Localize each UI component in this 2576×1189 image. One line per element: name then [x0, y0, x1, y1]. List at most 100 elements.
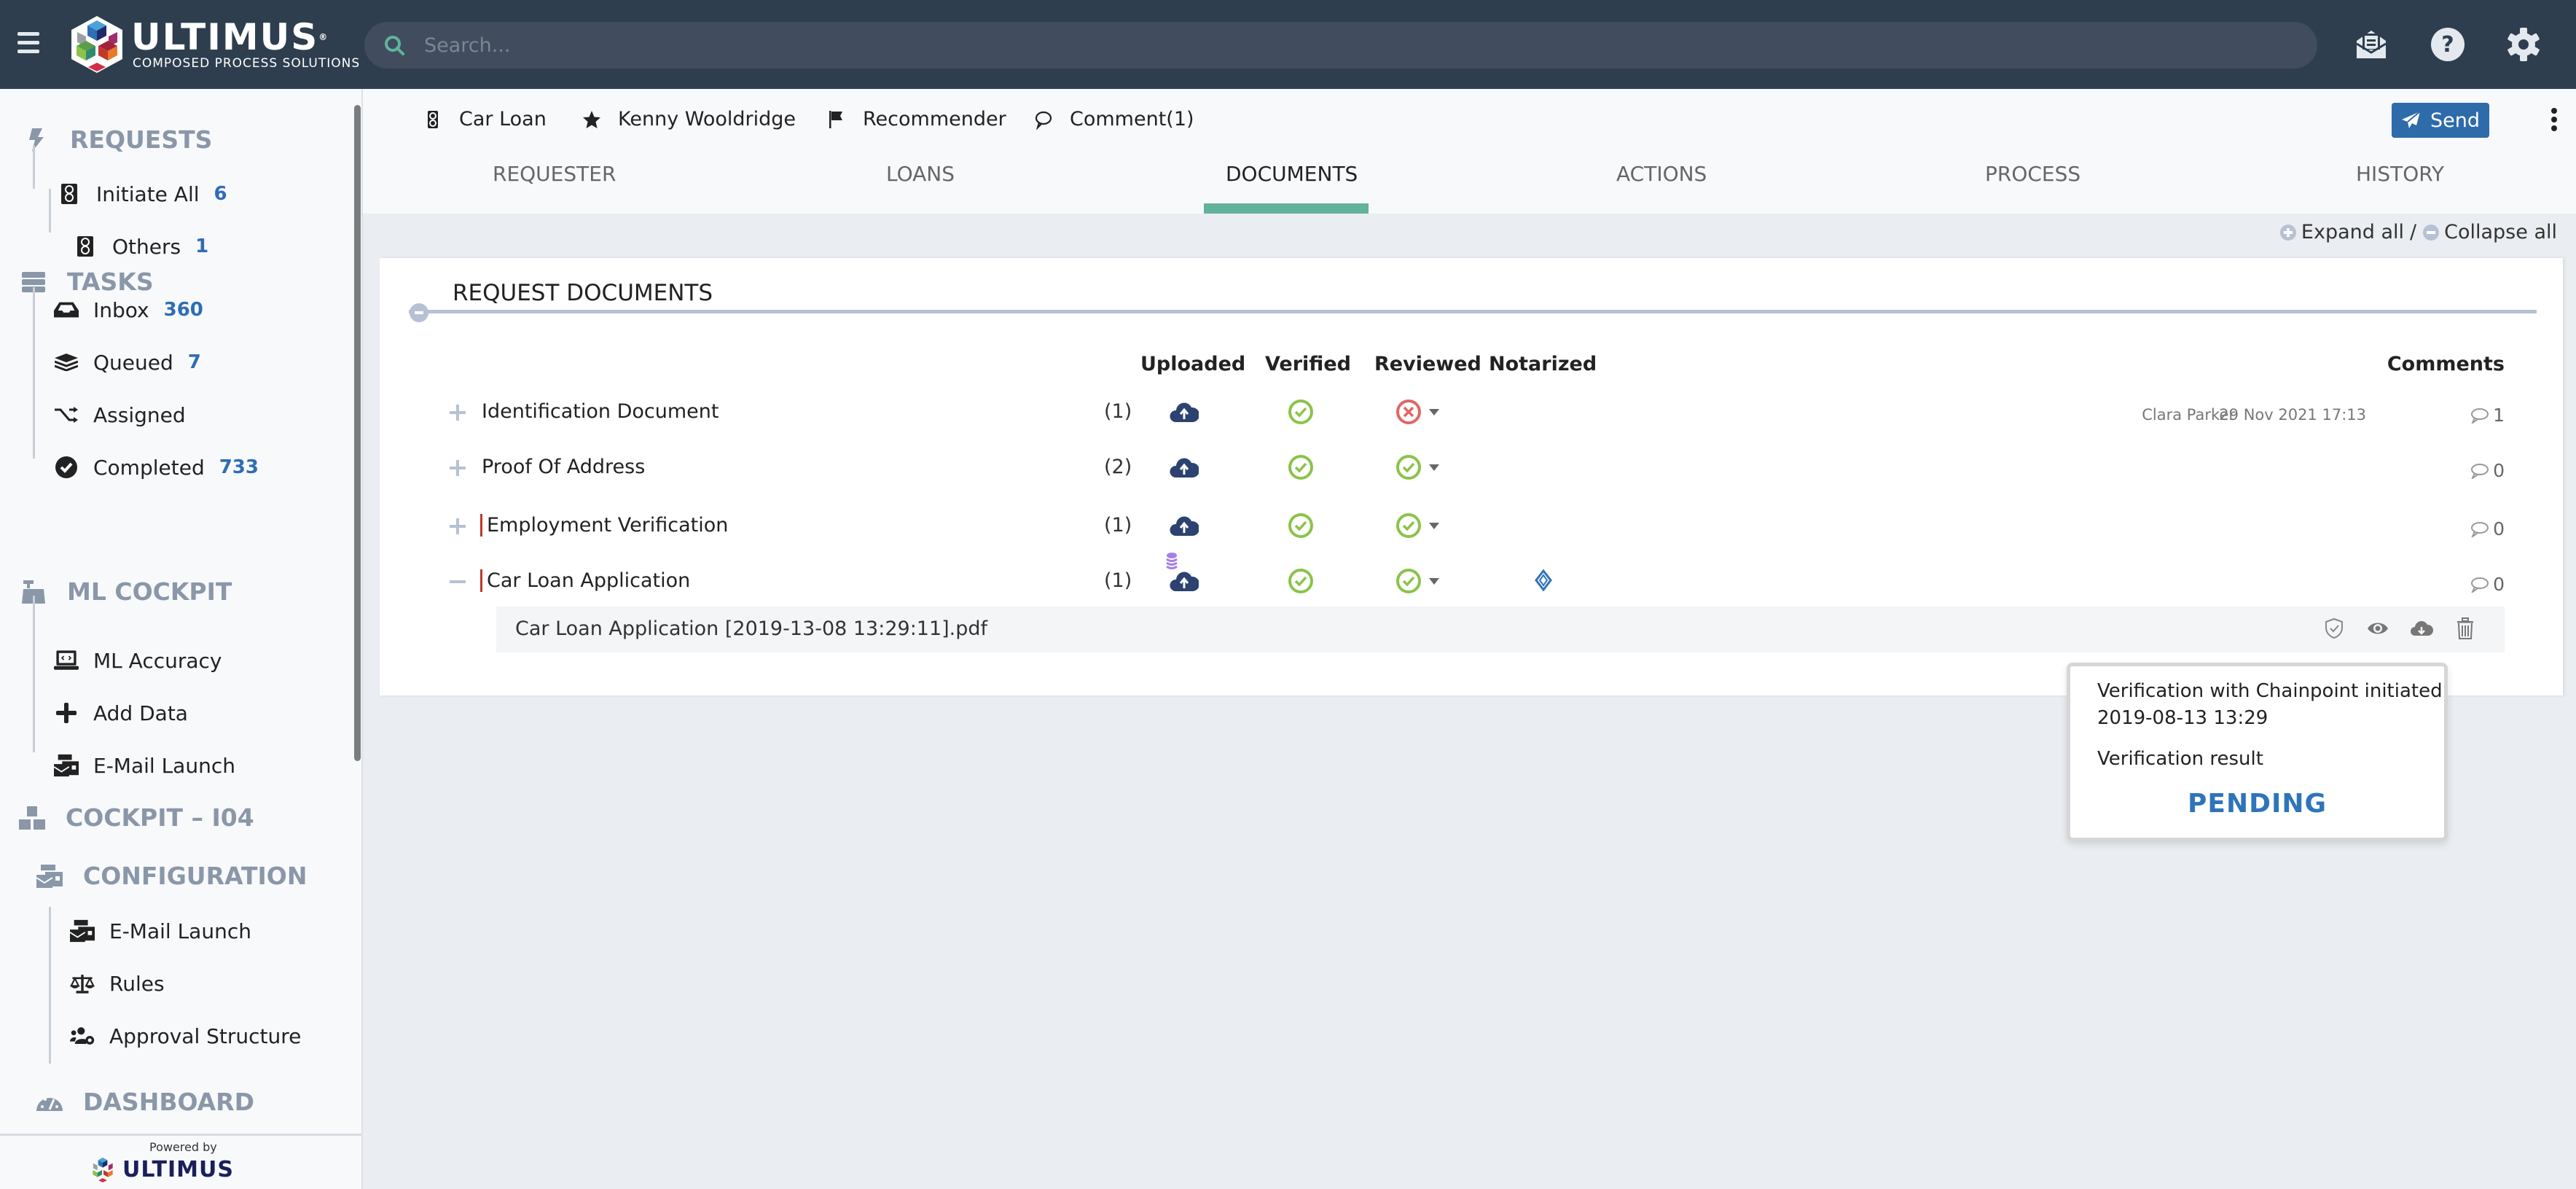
tab-actions[interactable]: ACTIONS: [1616, 162, 1707, 186]
review-approved-icon[interactable]: [1394, 511, 1423, 540]
inbox-icon: [54, 297, 79, 322]
comment-count-value: 0: [2493, 518, 2505, 539]
help-icon[interactable]: ?: [2430, 26, 2466, 63]
balance-scale-icon: [70, 971, 95, 996]
minus-circle-icon[interactable]: [2422, 224, 2440, 241]
sidebar-item-others[interactable]: Others 1: [73, 234, 208, 259]
paper-plane-icon: [2401, 111, 2421, 128]
cloud-upload-icon[interactable]: [1170, 511, 1199, 540]
sidebar-section-cockpit-i04[interactable]: COCKPIT – I04: [19, 803, 254, 832]
collapse-all-link[interactable]: Collapse all: [2444, 221, 2557, 243]
shield-check-icon[interactable]: [2322, 617, 2346, 640]
cloud-download-icon[interactable]: [2410, 617, 2433, 640]
comment-count[interactable]: 0: [2470, 574, 2505, 595]
item-label: Queued: [93, 350, 173, 375]
sidebar-section-configuration[interactable]: CONFIGURATION: [36, 862, 307, 890]
check-circle-icon: [54, 455, 79, 480]
meta-label: Recommender: [863, 108, 1006, 130]
comment-count[interactable]: 0: [2470, 518, 2505, 539]
comment-count[interactable]: 1: [2470, 405, 2505, 426]
tab-history[interactable]: HISTORY: [2356, 162, 2444, 186]
sidebar-item-email-launch[interactable]: E-Mail Launch: [54, 753, 235, 778]
sidebar-item-inbox[interactable]: Inbox 360: [54, 297, 203, 322]
sidebar-section-tasks[interactable]: TASKS: [20, 268, 154, 296]
inbox-mail-icon[interactable]: [2353, 26, 2389, 63]
plus-circle-icon[interactable]: [2279, 224, 2297, 241]
review-dropdown-caret-icon[interactable]: [1429, 464, 1439, 471]
cloud-upload-icon[interactable]: [1170, 566, 1199, 596]
hamburger-menu-icon[interactable]: [17, 32, 39, 55]
document-name[interactable]: Employment Verification: [480, 514, 728, 537]
verification-initiated-date: 2019-08-13 13:29: [2097, 707, 2268, 729]
panel-collapse-icon[interactable]: [409, 303, 429, 323]
item-label: ML Accuracy: [93, 648, 222, 673]
expand-all-link[interactable]: Expand all: [2301, 221, 2404, 243]
settings-gear-icon[interactable]: [2505, 26, 2542, 63]
section-label: COCKPIT – I04: [66, 803, 254, 832]
sidebar-scrollbar[interactable]: [354, 105, 361, 761]
comment-icon: [2471, 408, 2489, 424]
tab-loans[interactable]: LOANS: [886, 162, 955, 186]
review-dropdown-caret-icon[interactable]: [1429, 523, 1439, 529]
powered-by-label: Powered by: [149, 1140, 217, 1154]
random-icon: [54, 402, 79, 427]
review-dropdown-caret-icon[interactable]: [1429, 409, 1439, 416]
sidebar-item-completed[interactable]: Completed 733: [54, 455, 259, 480]
search-bar[interactable]: [364, 22, 2317, 69]
document-name[interactable]: Proof Of Address: [482, 456, 645, 478]
sidebar-section-requests[interactable]: REQUESTS: [23, 125, 212, 154]
send-button[interactable]: Send: [2392, 103, 2489, 138]
sidebar-item-ml-accuracy[interactable]: ML Accuracy: [54, 648, 222, 673]
verification-initiated: Verification with Chainpoint initiated 2…: [2097, 678, 2443, 732]
verification-status: PENDING: [2187, 789, 2328, 819]
traffic-light-icon: [73, 234, 98, 259]
sidebar-item-queued[interactable]: Queued 7: [54, 350, 201, 375]
item-label: Add Data: [93, 701, 188, 725]
meta-comments[interactable]: Comment(1): [1033, 108, 1194, 130]
sidebar-item-approval-structure[interactable]: Approval Structure: [70, 1024, 301, 1048]
more-options-icon[interactable]: [2549, 108, 2559, 133]
review-rejected-icon[interactable]: [1394, 397, 1423, 426]
review-dropdown-caret-icon[interactable]: [1429, 578, 1439, 585]
expand-plus-icon[interactable]: [450, 518, 466, 534]
item-label: Assigned: [93, 402, 186, 427]
comment-count[interactable]: 0: [2470, 460, 2505, 481]
file-name-link[interactable]: Car Loan Application [2019-13-08 13:29:1…: [515, 617, 987, 640]
verified-check-icon: [1288, 399, 1313, 424]
sidebar-section-dashboard[interactable]: DASHBOARD: [36, 1088, 254, 1116]
sidebar-section-ml-cockpit[interactable]: ML COCKPIT: [20, 577, 232, 606]
sidebar-item-rules[interactable]: Rules: [70, 971, 165, 996]
laptop-code-icon: [54, 648, 79, 673]
comment-icon: [2471, 463, 2489, 479]
item-label: E-Mail Launch: [109, 919, 251, 943]
search-input[interactable]: [424, 34, 2246, 57]
sidebar: REQUESTS Initiate All 6 Others 1 TASKS I…: [0, 89, 363, 1189]
sidebar-item-config-email-launch[interactable]: E-Mail Launch: [70, 919, 251, 943]
trash-icon[interactable]: [2454, 617, 2477, 640]
chainpoint-notarized-icon[interactable]: [1535, 569, 1552, 591]
cloud-upload-icon[interactable]: [1170, 397, 1199, 426]
collapse-minus-icon[interactable]: [450, 574, 466, 590]
sidebar-item-initiate-all[interactable]: Initiate All 6: [57, 182, 227, 206]
document-count: (2): [1104, 456, 1132, 478]
comment-date: 29 Nov 2021 17:13: [2219, 406, 2366, 424]
review-approved-icon[interactable]: [1394, 453, 1423, 482]
tab-requester[interactable]: REQUESTER: [493, 162, 616, 186]
cloud-upload-icon[interactable]: [1170, 453, 1199, 482]
mail-bulk-icon: [70, 919, 95, 943]
tab-documents[interactable]: DOCUMENTS: [1226, 162, 1358, 186]
eye-icon[interactable]: [2366, 617, 2389, 640]
document-name[interactable]: Car Loan Application: [480, 569, 690, 592]
item-label: Completed: [93, 455, 205, 480]
expand-plus-icon[interactable]: [450, 460, 466, 476]
review-approved-icon[interactable]: [1394, 566, 1423, 596]
tab-process[interactable]: PROCESS: [1985, 162, 2080, 186]
verified-check-icon: [1288, 569, 1313, 593]
sidebar-item-add-data[interactable]: Add Data: [54, 701, 188, 725]
expand-plus-icon[interactable]: [450, 405, 466, 421]
sidebar-item-assigned[interactable]: Assigned: [54, 402, 186, 427]
document-name[interactable]: Identification Document: [482, 400, 719, 423]
ultimus-logo[interactable]: ULTIMUS® Composed Process Solutions: [68, 15, 360, 74]
section-label: DASHBOARD: [83, 1088, 254, 1116]
registered-mark: ®: [318, 32, 329, 42]
